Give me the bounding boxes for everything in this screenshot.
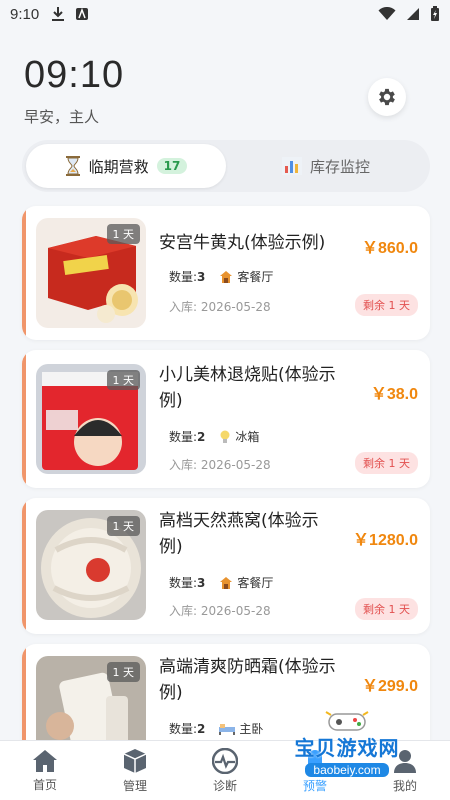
- bottom-nav: 首页 管理 诊断 预警 我的: [0, 740, 450, 800]
- nav-diagnose[interactable]: 诊断: [180, 741, 270, 800]
- nav-profile[interactable]: 我的: [360, 741, 450, 800]
- house-icon: [220, 270, 233, 283]
- item-meta: 数量:2 冰箱: [169, 428, 259, 445]
- nav-home[interactable]: 首页: [0, 741, 90, 800]
- qty-label: 数量:: [169, 270, 198, 284]
- item-name: 安宫牛黄丸(体验示例): [159, 233, 326, 253]
- user-icon: [394, 749, 416, 773]
- stock-date: 入库: 2026-05-28: [169, 458, 271, 472]
- product-image: 1 天: [36, 218, 146, 328]
- qty-value: 3: [197, 576, 206, 590]
- stock-date: 入库: 2026-05-28: [169, 300, 271, 314]
- days-tag: 1 天: [106, 224, 140, 244]
- count-badge: 17: [156, 158, 188, 174]
- card-accent: [22, 206, 26, 340]
- stock-date: 入库: 2026-05-28: [169, 604, 271, 618]
- days-tag: 1 天: [106, 662, 140, 682]
- nav-manage[interactable]: 管理: [90, 741, 180, 800]
- remaining-badge: 剩余 1 天: [355, 294, 418, 316]
- status-time: 9:10: [10, 5, 40, 23]
- home-icon: [33, 749, 57, 772]
- item-name: 高档天然燕窝(体验示例): [159, 511, 319, 557]
- location-label: 主卧: [239, 722, 264, 736]
- remaining-badge: 剩余 1 天: [355, 598, 418, 620]
- status-bar: 9:10: [0, 0, 450, 28]
- settings-button[interactable]: [368, 78, 406, 116]
- item-price: ￥860.0: [361, 240, 418, 257]
- nav-label: 管理: [122, 778, 147, 793]
- item-name: 高端清爽防晒霜(体验示例): [159, 657, 336, 703]
- tab-expiring-rescue[interactable]: 临期营救 17: [26, 144, 226, 188]
- bell-icon: [305, 749, 325, 773]
- item-price: ￥1280.0: [353, 532, 418, 549]
- app-notification-icon: [76, 7, 89, 20]
- bed-icon: [219, 723, 236, 735]
- card-accent: [22, 498, 26, 634]
- tab-label: 临期营救: [88, 157, 149, 176]
- list-item[interactable]: 1 天 小儿美林退烧贴(体验示例) ￥38.0 数量:2 冰箱 入库: 2026…: [22, 350, 430, 488]
- nav-label: 预警: [302, 778, 327, 793]
- qty-value: 2: [197, 722, 206, 736]
- clock: 09:10: [24, 54, 125, 96]
- card-accent: [22, 350, 26, 488]
- qty-value: 3: [197, 270, 206, 284]
- signal-icon: [407, 8, 419, 20]
- lightbulb-icon: [220, 430, 230, 443]
- pulse-icon: [212, 747, 238, 774]
- hourglass-icon: [65, 156, 80, 176]
- item-meta: 数量:2 主卧: [169, 720, 263, 737]
- box-icon: [123, 748, 147, 773]
- location-label: 冰箱: [235, 430, 260, 444]
- item-list: 1 天 安宫牛黄丸(体验示例) ￥860.0 数量:3 客餐厅 入库: 2026…: [22, 206, 430, 784]
- days-tag: 1 天: [106, 516, 140, 536]
- item-meta: 数量:3 客餐厅: [169, 574, 273, 591]
- house-icon: [220, 576, 233, 589]
- item-price: ￥299.0: [361, 678, 418, 695]
- tab-inventory-monitor[interactable]: 库存监控: [226, 144, 426, 188]
- nav-label: 诊断: [212, 778, 237, 793]
- location-label: 客餐厅: [237, 270, 274, 284]
- days-tag: 1 天: [106, 370, 140, 390]
- list-item[interactable]: 1 天 高档天然燕窝(体验示例) ￥1280.0 数量:3 客餐厅 入库: 20…: [22, 498, 430, 634]
- nav-label: 我的: [392, 778, 417, 793]
- battery-icon: [431, 6, 439, 21]
- qty-label: 数量:: [169, 430, 198, 444]
- item-price: ￥38.0: [370, 386, 418, 403]
- tab-bar: 临期营救 17 库存监控: [22, 140, 430, 192]
- nav-alert[interactable]: 预警: [270, 741, 360, 800]
- bar-chart-icon: [281, 157, 302, 175]
- product-image: 1 天: [36, 510, 146, 620]
- tab-label: 库存监控: [309, 157, 370, 176]
- item-meta: 数量:3 客餐厅: [169, 268, 273, 285]
- list-item[interactable]: 1 天 安宫牛黄丸(体验示例) ￥860.0 数量:3 客餐厅 入库: 2026…: [22, 206, 430, 340]
- nav-label: 首页: [32, 777, 57, 792]
- product-image: 1 天: [36, 364, 146, 474]
- download-icon: [52, 7, 65, 21]
- qty-label: 数量:: [169, 722, 198, 736]
- qty-label: 数量:: [169, 576, 198, 590]
- item-name: 小儿美林退烧贴(体验示例): [159, 365, 336, 411]
- wifi-icon: [378, 7, 396, 20]
- greeting: 早安，主人: [24, 108, 100, 126]
- gear-icon: [379, 88, 395, 106]
- remaining-badge: 剩余 1 天: [355, 452, 418, 474]
- location-label: 客餐厅: [237, 576, 274, 590]
- qty-value: 2: [197, 430, 206, 444]
